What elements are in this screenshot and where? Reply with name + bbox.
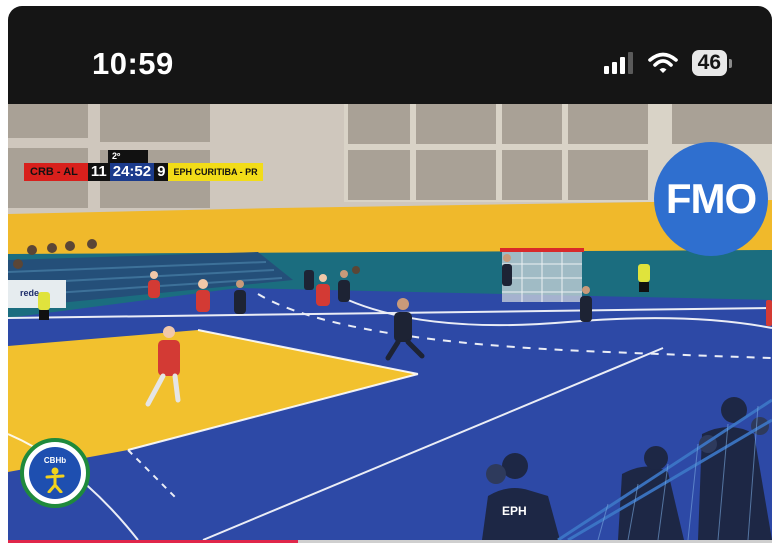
game-clock: 24:52	[109, 163, 155, 181]
cbhb-logo: CBHb	[20, 438, 90, 508]
battery-icon: 46	[691, 50, 727, 76]
status-bar: 10:59 46	[8, 6, 772, 104]
banner-text: rede	[20, 288, 40, 298]
battery-tip	[729, 58, 732, 68]
cellular-signal-icon	[603, 52, 633, 74]
wifi-icon	[647, 52, 678, 73]
away-team-name: EPH CURITIBA - PR	[168, 163, 263, 181]
cbhb-label: CBHb	[43, 456, 67, 465]
scoreboard-row: CRB - AL 11 24:52 9 EPH CURITIBA - PR	[24, 163, 263, 181]
handball-player-icon	[45, 467, 65, 493]
fmo-logo: FMO	[654, 142, 768, 256]
video-player[interactable]: 2º TEMPO CRB - AL 11 24:52 9 EPH CURITIB…	[8, 104, 772, 540]
status-icons: 46	[603, 50, 732, 76]
home-score: 11	[87, 163, 110, 181]
home-team-name: CRB - AL	[24, 163, 88, 181]
spectator-shirt-text: EPH	[502, 504, 527, 518]
away-score: 9	[154, 163, 169, 181]
cbhb-emblem: CBHb	[29, 447, 81, 499]
status-time: 10:59	[92, 46, 174, 81]
bottom-sheet	[8, 543, 772, 556]
